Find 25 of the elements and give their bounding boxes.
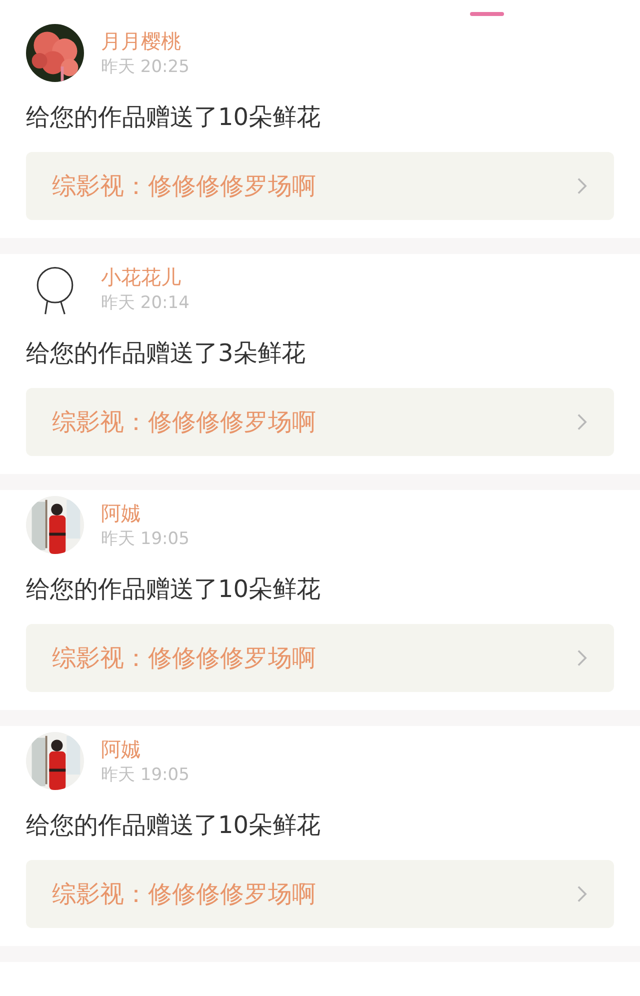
- work-title: 综影视：修修修修罗场啊: [52, 643, 316, 674]
- chevron-right-icon: [576, 885, 588, 903]
- user-name[interactable]: 阿娍: [101, 500, 190, 526]
- message-text: 给您的作品赠送了10朵鲜花: [26, 102, 322, 133]
- message-text: 给您的作品赠送了3朵鲜花: [26, 338, 306, 369]
- user-name[interactable]: 阿娍: [101, 736, 190, 762]
- work-title: 综影视：修修修修罗场啊: [52, 407, 316, 438]
- timestamp: 昨天 19:05: [101, 764, 190, 786]
- message-text: 给您的作品赠送了10朵鲜花: [26, 574, 322, 605]
- work-link[interactable]: 综影视：修修修修罗场啊: [26, 152, 614, 220]
- work-link[interactable]: 综影视：修修修修罗场啊: [26, 860, 614, 928]
- work-link[interactable]: 综影视：修修修修罗场啊: [26, 624, 614, 692]
- chevron-right-icon: [576, 649, 588, 667]
- message-text: 给您的作品赠送了10朵鲜花: [26, 810, 322, 841]
- timestamp: 昨天 20:25: [101, 56, 190, 78]
- timestamp: 昨天 19:05: [101, 528, 190, 550]
- work-title: 综影视：修修修修罗场啊: [52, 879, 316, 910]
- selected-tab-indicator: [470, 12, 504, 16]
- chevron-right-icon: [576, 413, 588, 431]
- work-title: 综影视：修修修修罗场啊: [52, 171, 316, 202]
- work-link[interactable]: 综影视：修修修修罗场啊: [26, 388, 614, 456]
- timestamp: 昨天 20:14: [101, 292, 190, 314]
- user-name[interactable]: 月月樱桃: [101, 28, 190, 54]
- chevron-right-icon: [576, 177, 588, 195]
- user-name[interactable]: 小花花儿: [101, 264, 190, 290]
